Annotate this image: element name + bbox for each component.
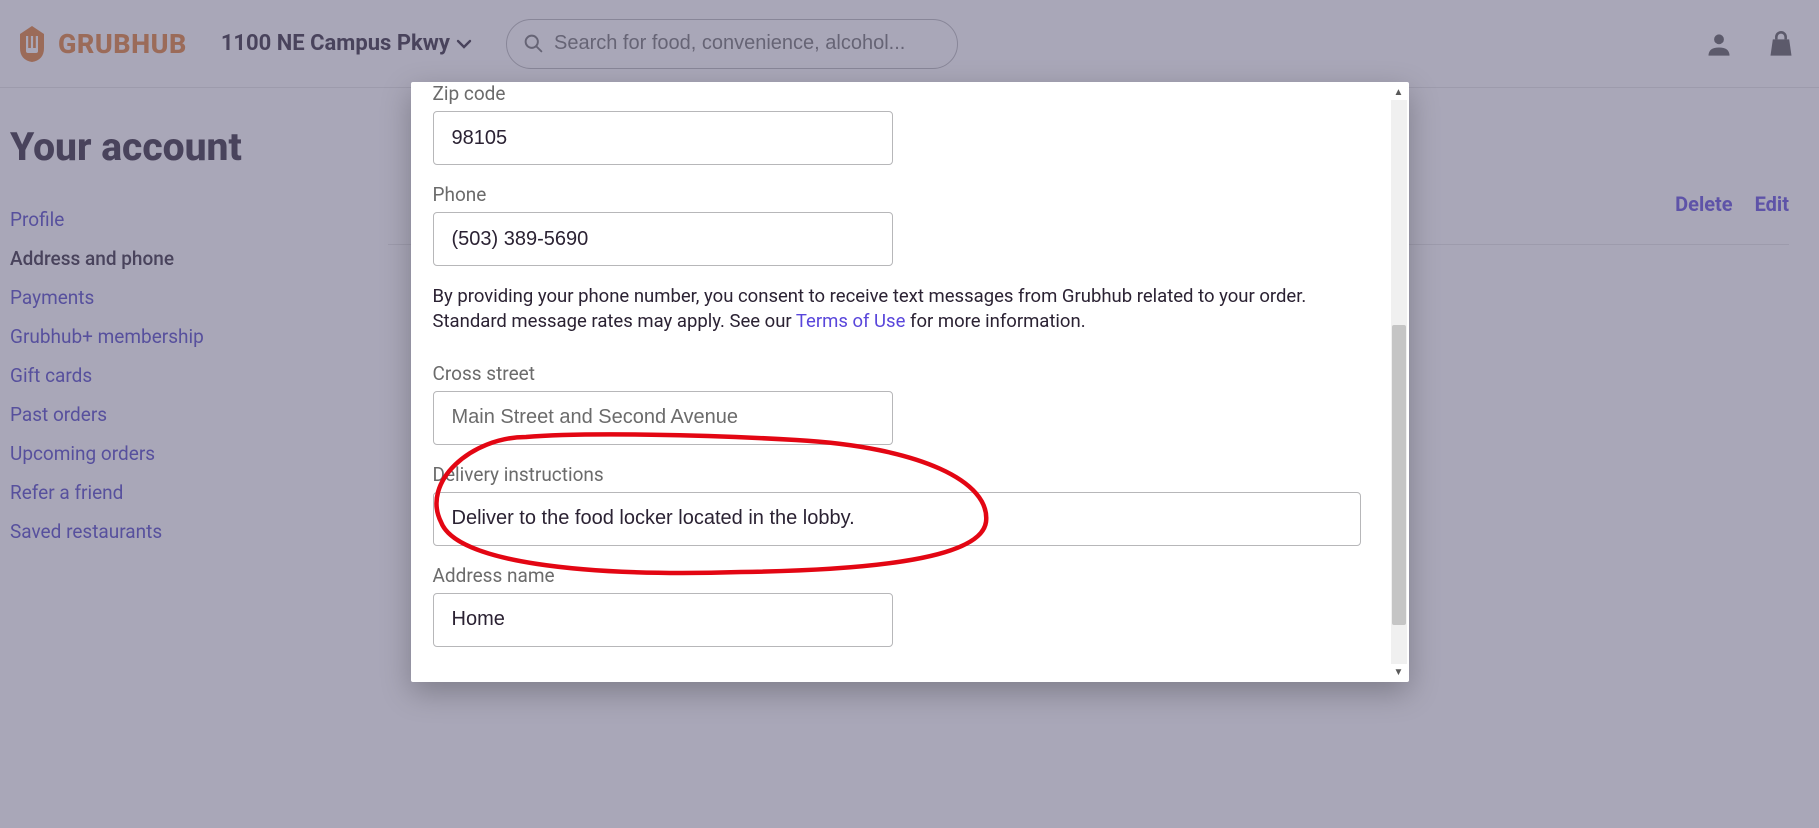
- scroll-up-icon[interactable]: ▲: [1391, 84, 1407, 100]
- terms-link[interactable]: Terms of Use: [796, 310, 906, 332]
- address-name-label: Address name: [433, 564, 1365, 587]
- cross-street-label: Cross street: [433, 362, 1365, 385]
- modal-scrollbar[interactable]: ▲ ▼: [1391, 84, 1407, 680]
- edit-address-modal: Zip code Phone By providing your phone n…: [411, 82, 1387, 652]
- phone-note: By providing your phone number, you cons…: [433, 284, 1365, 334]
- modal-wrapper: Zip code Phone By providing your phone n…: [411, 82, 1409, 682]
- address-name-input[interactable]: [433, 593, 893, 647]
- scrollbar-track[interactable]: [1391, 100, 1407, 664]
- phone-label: Phone: [433, 183, 1365, 206]
- scrollbar-thumb[interactable]: [1392, 325, 1406, 625]
- zip-input[interactable]: [433, 111, 893, 165]
- modal-overlay[interactable]: Zip code Phone By providing your phone n…: [0, 0, 1819, 828]
- zip-label: Zip code: [433, 82, 1365, 105]
- scroll-down-icon[interactable]: ▼: [1391, 664, 1407, 680]
- phone-input[interactable]: [433, 212, 893, 266]
- delivery-instructions-label: Delivery instructions: [433, 463, 1365, 486]
- phone-note-post: for more information.: [905, 310, 1085, 332]
- delivery-instructions-input[interactable]: [433, 492, 1361, 546]
- cross-street-input[interactable]: [433, 391, 893, 445]
